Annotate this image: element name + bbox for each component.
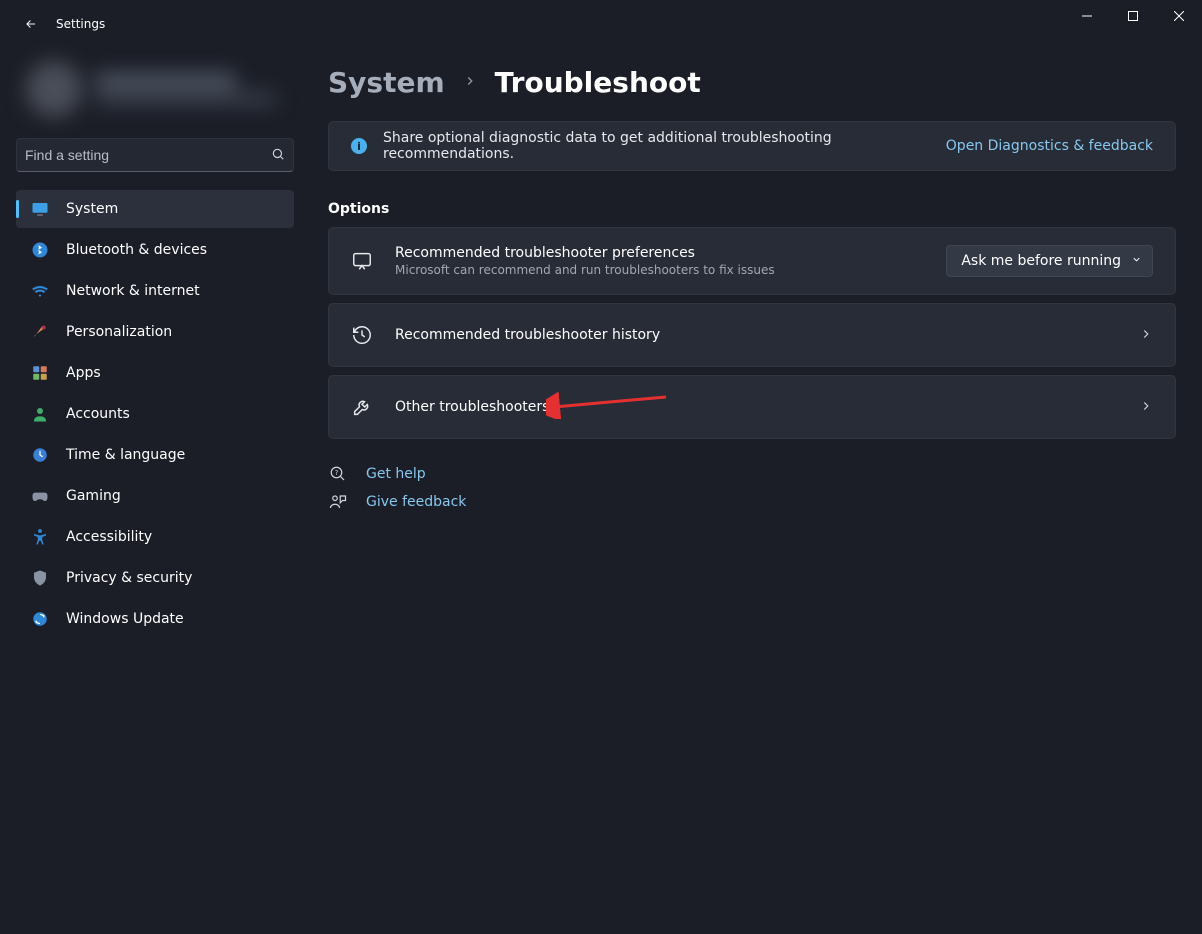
- chevron-right-icon: [463, 73, 477, 92]
- paintbrush-icon: [30, 322, 50, 342]
- minimize-button[interactable]: [1064, 0, 1110, 32]
- preferences-dropdown[interactable]: Ask me before running: [946, 245, 1153, 277]
- bluetooth-icon: [30, 240, 50, 260]
- gamepad-icon: [30, 486, 50, 506]
- sidebar-item-label: Privacy & security: [66, 570, 192, 586]
- sidebar-item-time-language[interactable]: Time & language: [16, 436, 294, 474]
- update-icon: [30, 609, 50, 629]
- main-content: System Troubleshoot i Share optional dia…: [310, 48, 1202, 934]
- history-icon: [351, 324, 373, 346]
- get-help-link[interactable]: ? Get help: [328, 465, 1176, 483]
- sidebar-item-label: Personalization: [66, 324, 172, 340]
- chevron-down-icon: [1131, 253, 1142, 269]
- help-link-label: Give feedback: [366, 494, 466, 510]
- sidebar-item-label: Accessibility: [66, 529, 152, 545]
- card-subtitle: Microsoft can recommend and run troubles…: [395, 263, 924, 277]
- chevron-right-icon: [1139, 326, 1153, 345]
- sidebar-item-label: Windows Update: [66, 611, 184, 627]
- sidebar-item-label: Accounts: [66, 406, 130, 422]
- back-button[interactable]: [16, 9, 46, 39]
- chat-icon: [351, 250, 373, 272]
- help-icon: ?: [328, 465, 348, 483]
- help-links: ? Get help Give feedback: [328, 465, 1176, 511]
- feedback-icon: [328, 493, 348, 511]
- accessibility-icon: [30, 527, 50, 547]
- nav: System Bluetooth & devices Network & int…: [8, 190, 302, 638]
- shield-icon: [30, 568, 50, 588]
- help-link-label: Get help: [366, 466, 426, 482]
- person-icon: [30, 404, 50, 424]
- options-list: Recommended troubleshooter preferences M…: [328, 227, 1176, 439]
- open-diagnostics-link[interactable]: Open Diagnostics & feedback: [946, 138, 1153, 154]
- avatar: [26, 61, 82, 117]
- card-title: Recommended troubleshooter history: [395, 327, 1117, 343]
- monitor-icon: [30, 199, 50, 219]
- info-banner-text: Share optional diagnostic data to get ad…: [383, 130, 930, 162]
- sidebar: System Bluetooth & devices Network & int…: [0, 48, 310, 934]
- search-input[interactable]: [25, 147, 271, 163]
- sidebar-item-system[interactable]: System: [16, 190, 294, 228]
- card-preferences[interactable]: Recommended troubleshooter preferences M…: [328, 227, 1176, 295]
- sidebar-item-bluetooth[interactable]: Bluetooth & devices: [16, 231, 294, 269]
- titlebar: Settings: [0, 0, 1202, 48]
- sidebar-item-label: Apps: [66, 365, 101, 381]
- sidebar-item-privacy[interactable]: Privacy & security: [16, 559, 294, 597]
- info-icon: i: [351, 138, 367, 154]
- sidebar-item-apps[interactable]: Apps: [16, 354, 294, 392]
- wifi-icon: [30, 281, 50, 301]
- account-header[interactable]: [16, 48, 294, 130]
- card-title: Other troubleshooters: [395, 399, 1117, 415]
- breadcrumb-parent[interactable]: System: [328, 66, 445, 99]
- chevron-right-icon: [1139, 398, 1153, 417]
- breadcrumb: System Troubleshoot: [328, 58, 1176, 99]
- info-banner: i Share optional diagnostic data to get …: [328, 121, 1176, 171]
- breadcrumb-current: Troubleshoot: [495, 66, 701, 99]
- search-icon: [271, 146, 285, 165]
- clock-icon: [30, 445, 50, 465]
- sidebar-item-network[interactable]: Network & internet: [16, 272, 294, 310]
- sidebar-item-personalization[interactable]: Personalization: [16, 313, 294, 351]
- close-button[interactable]: [1156, 0, 1202, 32]
- sidebar-item-accessibility[interactable]: Accessibility: [16, 518, 294, 556]
- sidebar-item-label: System: [66, 201, 118, 217]
- maximize-button[interactable]: [1110, 0, 1156, 32]
- sidebar-item-label: Time & language: [66, 447, 185, 463]
- card-title: Recommended troubleshooter preferences: [395, 245, 924, 261]
- sidebar-item-label: Network & internet: [66, 283, 200, 299]
- window-controls: [1064, 0, 1202, 32]
- app-title: Settings: [56, 17, 105, 31]
- sidebar-item-windows-update[interactable]: Windows Update: [16, 600, 294, 638]
- svg-text:?: ?: [335, 469, 339, 477]
- sidebar-item-label: Gaming: [66, 488, 121, 504]
- card-history[interactable]: Recommended troubleshooter history: [328, 303, 1176, 367]
- search-box[interactable]: [16, 138, 294, 172]
- apps-icon: [30, 363, 50, 383]
- sidebar-item-label: Bluetooth & devices: [66, 242, 207, 258]
- options-heading: Options: [328, 201, 1176, 217]
- card-other-troubleshooters[interactable]: Other troubleshooters: [328, 375, 1176, 439]
- sidebar-item-gaming[interactable]: Gaming: [16, 477, 294, 515]
- sidebar-item-accounts[interactable]: Accounts: [16, 395, 294, 433]
- give-feedback-link[interactable]: Give feedback: [328, 493, 1176, 511]
- dropdown-value: Ask me before running: [961, 253, 1121, 269]
- wrench-icon: [351, 396, 373, 418]
